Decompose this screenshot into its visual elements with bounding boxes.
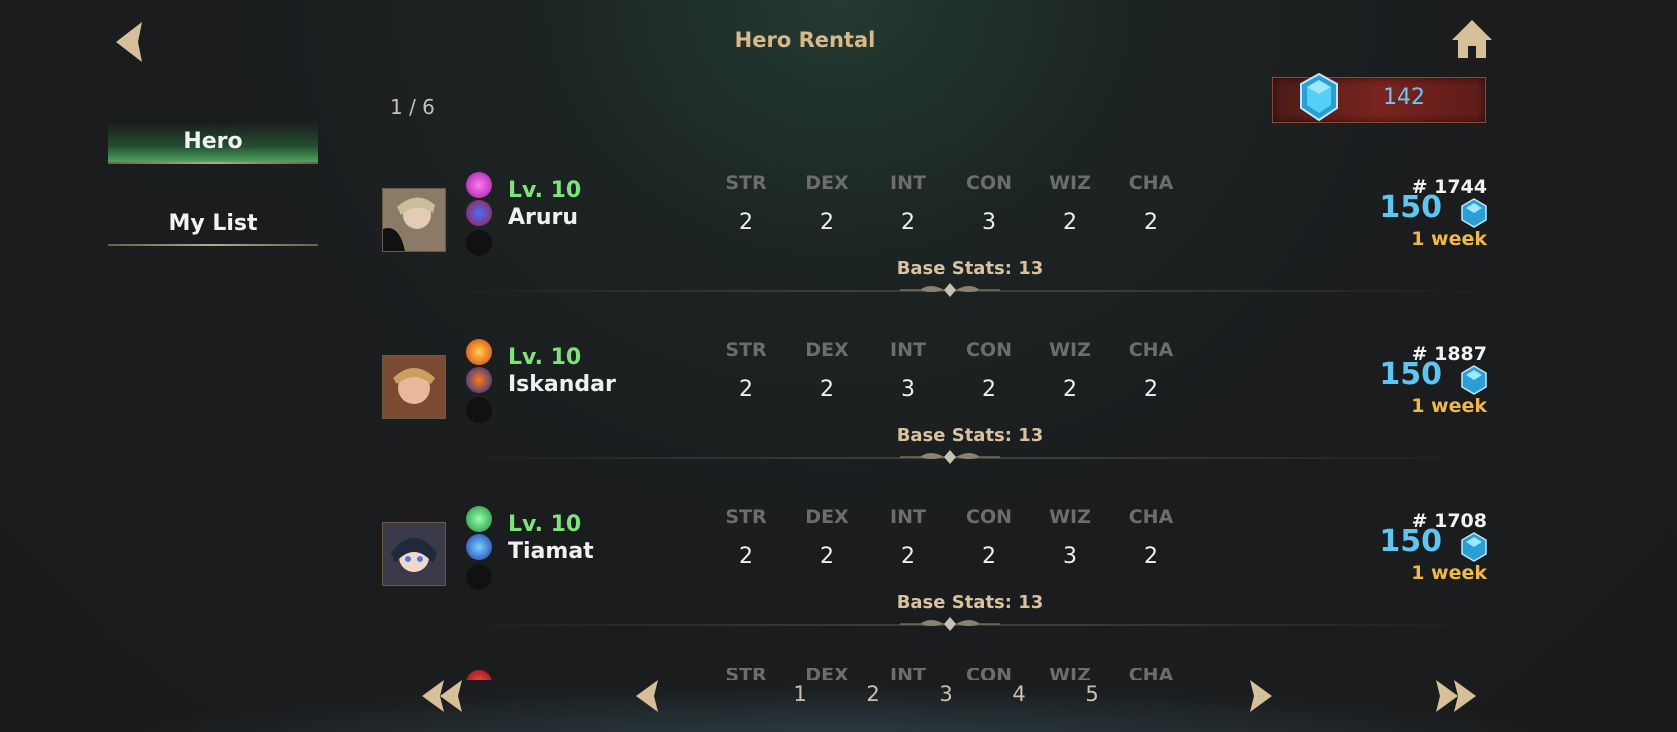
stat-label: WIZ xyxy=(1049,506,1091,528)
class-icon xyxy=(466,534,492,560)
gem-icon xyxy=(1461,532,1487,562)
divider-ornament-icon xyxy=(900,450,1000,464)
stat-value: 2 xyxy=(820,210,834,235)
hero-row[interactable]: Lv. 10 Tiamat STR DEX INT CON WIZ CHA 2 … xyxy=(360,496,1500,662)
stat-value: 2 xyxy=(1144,210,1158,235)
hero-portrait xyxy=(382,355,446,419)
element-icon xyxy=(466,339,492,365)
page-number[interactable]: 1 xyxy=(780,682,820,706)
base-stats: Base Stats: 13 xyxy=(896,258,1044,279)
stat-label: DEX xyxy=(805,506,849,528)
currency-display: 142 xyxy=(1272,72,1486,123)
stat-label: INT xyxy=(890,172,926,194)
rental-duration: 1 week xyxy=(1411,562,1487,584)
stat-value: 3 xyxy=(901,377,915,402)
stat-label: STR xyxy=(725,506,767,528)
base-stats: Base Stats: 13 xyxy=(896,592,1044,613)
currency-value: 142 xyxy=(1383,85,1425,110)
stat-value: 2 xyxy=(1144,544,1158,569)
hero-portrait xyxy=(382,522,446,586)
tab-hero[interactable]: Hero xyxy=(108,122,318,164)
rental-price: 150 xyxy=(1379,357,1442,392)
stat-value: 2 xyxy=(1063,210,1077,235)
stat-value: 2 xyxy=(739,377,753,402)
prev-page-icon[interactable] xyxy=(628,676,678,716)
rental-price: 150 xyxy=(1379,524,1442,559)
rental-duration: 1 week xyxy=(1411,395,1487,417)
stat-label: DEX xyxy=(805,339,849,361)
stat-label: CON xyxy=(966,172,1012,194)
class-icon xyxy=(466,200,492,226)
tab-my-list-label: My List xyxy=(168,211,258,236)
element-icon xyxy=(466,172,492,198)
tab-underline xyxy=(108,162,318,164)
first-page-icon[interactable] xyxy=(418,676,468,716)
stat-label: WIZ xyxy=(1049,172,1091,194)
page-number[interactable]: 3 xyxy=(926,682,966,706)
tab-my-list[interactable]: My List xyxy=(108,204,318,246)
divider-ornament-icon xyxy=(900,617,1000,631)
hero-portrait xyxy=(382,188,446,252)
stat-value: 2 xyxy=(982,377,996,402)
stat-value: 2 xyxy=(901,210,915,235)
pagination-bar xyxy=(0,672,1677,732)
stat-label: CON xyxy=(966,506,1012,528)
home-icon[interactable] xyxy=(1450,18,1494,62)
stat-value: 2 xyxy=(901,544,915,569)
base-stats: Base Stats: 13 xyxy=(896,425,1044,446)
stat-label: CHA xyxy=(1128,172,1174,194)
tab-underline xyxy=(108,244,318,246)
page-number[interactable]: 4 xyxy=(999,682,1039,706)
stat-label: INT xyxy=(890,506,926,528)
stat-label: INT xyxy=(890,339,926,361)
page-indicator: 1 / 6 xyxy=(390,95,435,119)
stat-label: WIZ xyxy=(1049,339,1091,361)
divider-ornament-icon xyxy=(900,283,1000,297)
page-number[interactable]: 2 xyxy=(853,682,893,706)
page-number[interactable]: 5 xyxy=(1072,682,1112,706)
empty-slot-icon xyxy=(466,230,492,256)
stat-value: 2 xyxy=(739,544,753,569)
page-title: Hero Rental xyxy=(734,28,876,52)
rental-duration: 1 week xyxy=(1411,228,1487,250)
stat-label: CON xyxy=(966,339,1012,361)
tab-hero-label: Hero xyxy=(183,129,243,154)
empty-slot-icon xyxy=(466,564,492,590)
stat-value: 2 xyxy=(739,210,753,235)
rental-price: 150 xyxy=(1379,190,1442,225)
hero-level: Lv. 10 xyxy=(508,178,582,203)
stat-label: CHA xyxy=(1128,506,1174,528)
stat-value: 3 xyxy=(1063,544,1077,569)
stat-label: DEX xyxy=(805,172,849,194)
stat-value: 2 xyxy=(1063,377,1077,402)
stat-value: 2 xyxy=(820,544,834,569)
hero-level: Lv. 10 xyxy=(508,512,582,537)
class-icon xyxy=(466,367,492,393)
back-arrow-icon[interactable] xyxy=(112,20,154,64)
stat-label: STR xyxy=(725,339,767,361)
stat-label: STR xyxy=(725,172,767,194)
stat-value: 3 xyxy=(982,210,996,235)
hero-name: Iskandar xyxy=(508,372,616,397)
hero-row[interactable]: Lv. 10 Iskandar STR DEX INT CON WIZ CHA … xyxy=(360,329,1500,495)
stat-value: 2 xyxy=(1144,377,1158,402)
hero-name: Tiamat xyxy=(508,539,594,564)
stat-label: CHA xyxy=(1128,339,1174,361)
gem-icon xyxy=(1300,72,1338,122)
next-page-icon[interactable] xyxy=(1230,676,1280,716)
hero-row[interactable]: Lv. 10 Aruru STR DEX INT CON WIZ CHA 2 2… xyxy=(360,162,1500,328)
gem-icon xyxy=(1461,198,1487,228)
stat-value: 2 xyxy=(982,544,996,569)
hero-name: Aruru xyxy=(508,205,579,230)
stat-value: 2 xyxy=(820,377,834,402)
gem-icon xyxy=(1461,365,1487,395)
hero-level: Lv. 10 xyxy=(508,345,582,370)
empty-slot-icon xyxy=(466,397,492,423)
element-icon xyxy=(466,506,492,532)
last-page-icon[interactable] xyxy=(1430,676,1480,716)
